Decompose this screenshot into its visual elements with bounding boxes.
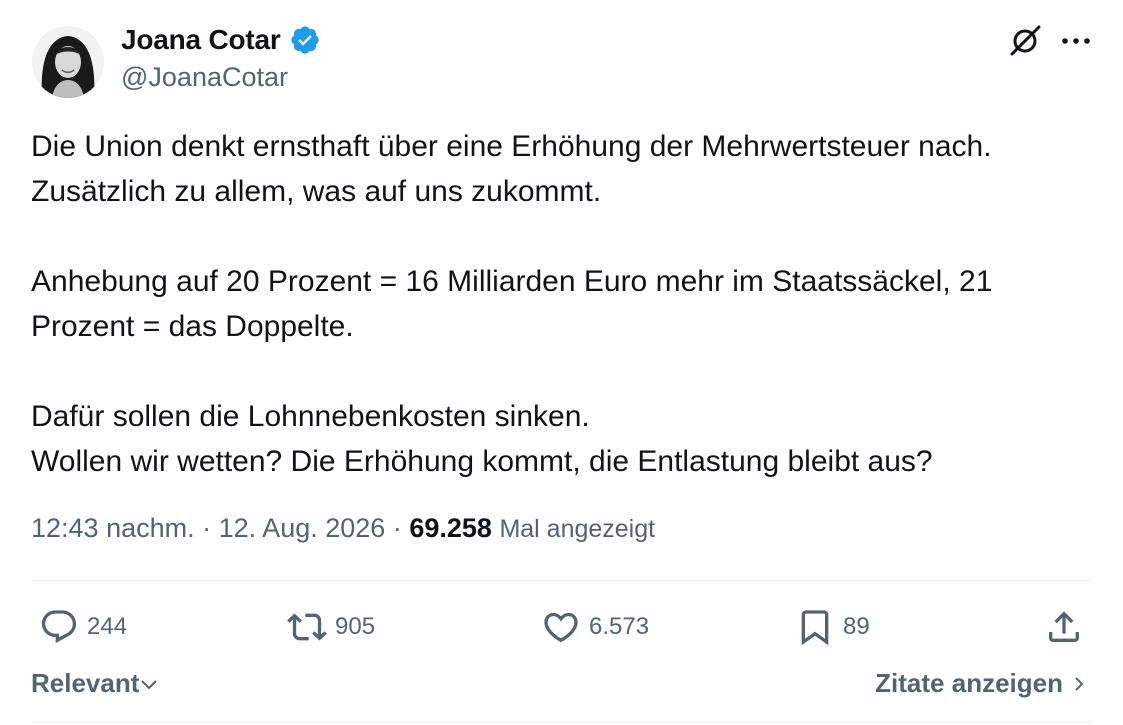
- tweet-meta: 12:43 nachm. · 12. Aug. 2026 · 69.258 Ma…: [31, 513, 655, 544]
- avatar-image: [32, 26, 104, 98]
- author-name-row[interactable]: Joana Cotar: [121, 24, 321, 56]
- views-count: 69.258: [409, 513, 492, 543]
- view-quotes-link[interactable]: Zitate anzeigen: [875, 668, 1089, 699]
- tweet-paragraph: Dafür sollen die Lohnnebenkosten sinken.…: [31, 394, 1101, 484]
- heart-icon: [544, 612, 578, 643]
- tweet-line: Anhebung auf 20 Prozent = 16 Milliarden …: [31, 265, 993, 298]
- divider: [31, 580, 1092, 581]
- verified-badge-icon[interactable]: [289, 24, 321, 56]
- tweet-line: Zusätzlich zu allem, was auf uns zukommt…: [31, 175, 602, 208]
- sort-label: Relevant: [31, 668, 140, 698]
- like-button[interactable]: 6.573: [541, 600, 649, 654]
- author-display-name[interactable]: Joana Cotar: [121, 24, 281, 56]
- meta-separator: ·: [392, 513, 402, 543]
- meta-separator: ·: [202, 513, 212, 543]
- author-handle[interactable]: @JoanaCotar: [121, 62, 288, 93]
- retweet-icon: [287, 613, 327, 641]
- tweet-date[interactable]: 12. Aug. 2026: [219, 513, 386, 543]
- tweet-text: Die Union denkt ernsthaft über eine Erhö…: [31, 124, 1101, 484]
- bookmark-button[interactable]: 89: [795, 600, 870, 654]
- share-icon: [1049, 611, 1079, 642]
- views-label: Mal angezeigt: [499, 515, 656, 543]
- tweet-time[interactable]: 12:43 nachm.: [31, 513, 195, 543]
- grok-icon[interactable]: [1006, 22, 1044, 60]
- divider: [31, 722, 1092, 723]
- like-count: 6.573: [589, 613, 650, 640]
- tweet-paragraph: Die Union denkt ernsthaft über eine Erhö…: [31, 124, 1101, 214]
- retweet-count: 905: [335, 613, 376, 640]
- avatar[interactable]: [32, 26, 104, 98]
- tweet-line: Prozent = das Doppelte.: [31, 310, 354, 343]
- retweet-button[interactable]: 905: [287, 600, 375, 654]
- tweet-line: Dafür sollen die Lohnnebenkosten sinken.: [31, 400, 590, 433]
- tweet-card: Joana Cotar @JoanaCotar Die Union denkt …: [0, 0, 1123, 725]
- reply-icon: [41, 610, 77, 644]
- quotes-label: Zitate anzeigen: [875, 668, 1063, 698]
- more-icon[interactable]: [1060, 30, 1092, 52]
- action-bar: 244 905 6.573 89: [0, 600, 1123, 654]
- reply-button[interactable]: 244: [39, 600, 127, 654]
- tweet-line: Wollen wir wetten? Die Erhöhung kommt, d…: [31, 445, 933, 478]
- sort-dropdown[interactable]: Relevant: [31, 668, 159, 699]
- bookmark-count: 89: [843, 613, 870, 640]
- chevron-right-icon: [1075, 676, 1084, 691]
- reply-count: 244: [87, 613, 128, 640]
- tweet-paragraph: Anhebung auf 20 Prozent = 16 Milliarden …: [31, 259, 1101, 349]
- tweet-line: Die Union denkt ernsthaft über eine Erhö…: [31, 130, 992, 163]
- bookmark-icon: [801, 610, 829, 646]
- chevron-down-icon: [141, 679, 158, 689]
- share-button[interactable]: [1044, 600, 1084, 654]
